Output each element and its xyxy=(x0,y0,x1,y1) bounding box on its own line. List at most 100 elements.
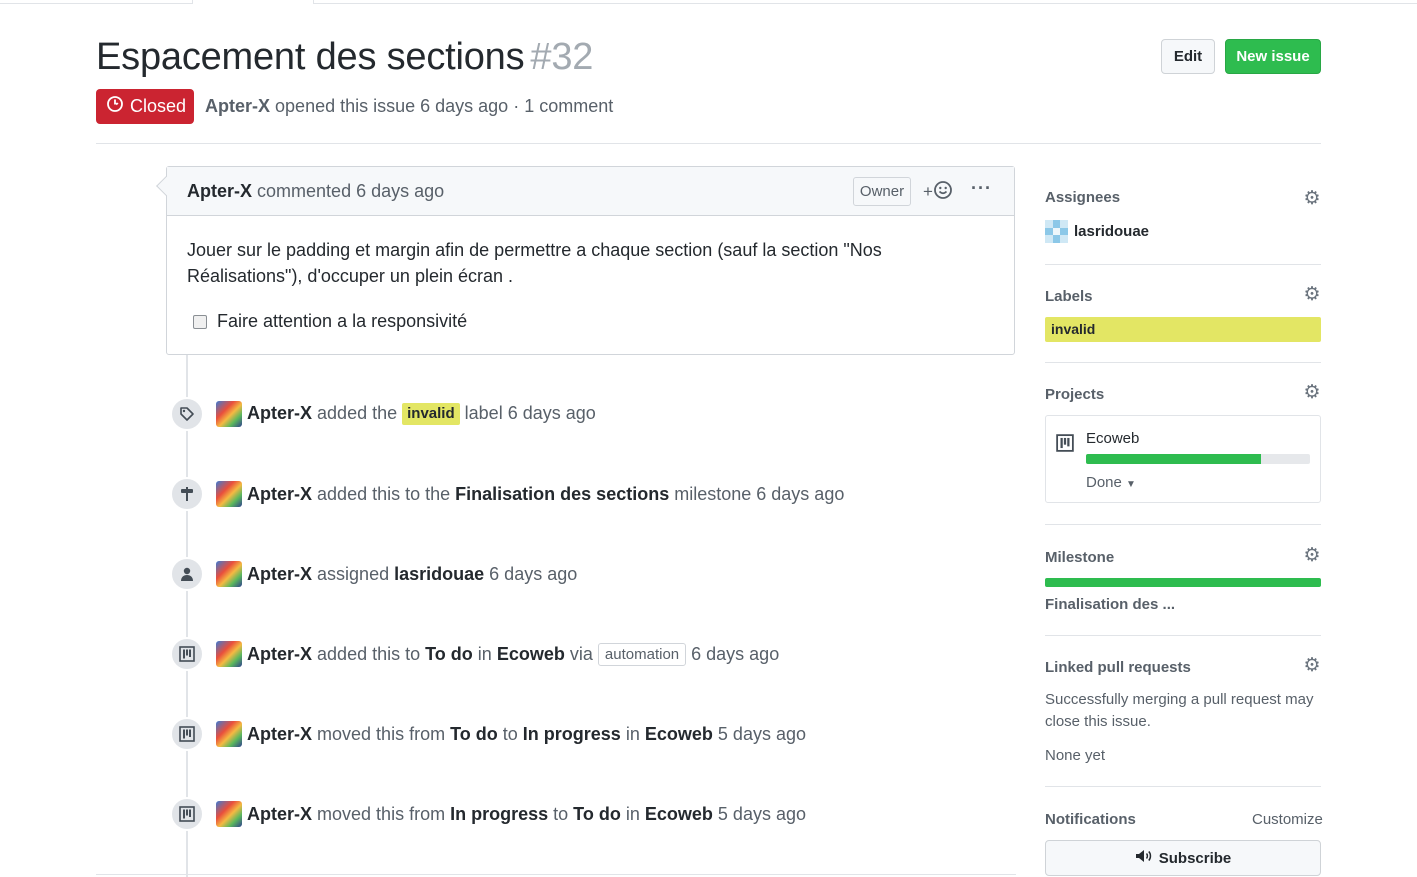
project-link[interactable]: Ecoweb xyxy=(645,724,713,744)
event-text-part: assigned xyxy=(317,563,390,584)
event-text: Apter-X moved this from To do to In prog… xyxy=(247,724,806,745)
milestone-name-link[interactable]: Finalisation des ... xyxy=(1045,596,1175,613)
event-text: Apter-X added the invalid label 6 days a… xyxy=(247,403,596,425)
actor-avatar[interactable] xyxy=(216,641,242,667)
task-label: Faire attention a la responsivité xyxy=(217,311,468,331)
actor-link[interactable]: Apter-X xyxy=(247,403,312,423)
sidebar-divider xyxy=(1045,362,1321,363)
comment-more-menu[interactable]: ··· xyxy=(971,178,993,202)
milestone-heading[interactable]: Milestone xyxy=(1045,549,1114,566)
event-text-part: moved this from xyxy=(317,723,446,744)
timeline-event-assigned: Apter-X assigned lasridouae 6 days ago xyxy=(170,557,577,591)
event-text-part: moved this from xyxy=(317,803,446,824)
labels-heading[interactable]: Labels xyxy=(1045,288,1093,305)
actor-avatar[interactable] xyxy=(216,401,242,427)
event-text-part: in xyxy=(477,643,492,664)
customize-link[interactable]: Customize xyxy=(1252,811,1323,828)
event-text-part: added the xyxy=(317,403,398,423)
event-text: Apter-X moved this from In progress to T… xyxy=(247,804,806,825)
event-text-part: to xyxy=(553,803,569,824)
projects-heading[interactable]: Projects xyxy=(1045,386,1104,403)
linked-prs-description: Successfully merging a pull request may … xyxy=(1045,691,1314,730)
notifications-heading: Notifications xyxy=(1045,811,1136,828)
subscribe-button[interactable]: Subscribe xyxy=(1045,840,1321,876)
sidebar-label-invalid[interactable]: invalid xyxy=(1045,317,1321,342)
assignee-item[interactable]: lasridouae xyxy=(1045,220,1149,243)
add-reaction-button[interactable]: + xyxy=(923,180,959,204)
issue-title: Espacement des sections #32 xyxy=(96,36,593,79)
actor-link[interactable]: Apter-X xyxy=(247,484,312,504)
label-invalid[interactable]: invalid xyxy=(402,403,460,425)
comment-caret xyxy=(156,176,176,196)
comment-body: Jouer sur le padding et margin afin de p… xyxy=(187,240,882,286)
issue-title-text: Espacement des sections xyxy=(96,36,525,78)
timeline-event-project-moved: Apter-X moved this from In progress to T… xyxy=(170,797,806,831)
issue-closed-icon xyxy=(106,95,124,118)
project-name-link[interactable]: Ecoweb xyxy=(1086,430,1139,447)
linked-prs-heading[interactable]: Linked pull requests xyxy=(1045,659,1191,676)
plus-icon: + xyxy=(923,182,933,201)
task-checkbox[interactable] xyxy=(193,314,207,329)
header-divider xyxy=(96,143,1321,144)
actor-avatar[interactable] xyxy=(216,561,242,587)
assignee-link[interactable]: lasridouae xyxy=(394,564,484,584)
sidebar-divider xyxy=(1045,264,1321,265)
issue-meta: Apter-X opened this issue 6 days ago · 1… xyxy=(205,96,613,117)
issue-meta-text: opened this issue 6 days ago · 1 comment xyxy=(275,96,614,116)
event-text-part: added this to xyxy=(317,643,421,664)
sidebar-divider xyxy=(1045,786,1321,787)
actor-avatar[interactable] xyxy=(216,721,242,747)
new-issue-button[interactable]: New issue xyxy=(1225,39,1321,74)
project-icon xyxy=(170,797,204,831)
column-link[interactable]: To do xyxy=(573,804,621,824)
project-link[interactable]: Ecoweb xyxy=(645,804,713,824)
event-text-part: 5 days ago xyxy=(717,803,806,824)
column-link[interactable]: In progress xyxy=(523,724,621,744)
gear-icon[interactable]: ⚙ xyxy=(1303,285,1321,304)
project-progress-bar xyxy=(1086,454,1310,464)
comment-author-link[interactable]: Apter-X xyxy=(187,181,252,201)
issue-author-link[interactable]: Apter-X xyxy=(205,96,270,116)
timeline-event-labeled: Apter-X added the invalid label 6 days a… xyxy=(170,397,596,431)
project-column-label: Done xyxy=(1086,474,1122,491)
event-text: Apter-X added this to the Finalisation d… xyxy=(247,484,844,505)
assignees-heading[interactable]: Assignees xyxy=(1045,189,1120,206)
event-text: Apter-X added this to To do in Ecoweb vi… xyxy=(247,642,779,666)
column-link[interactable]: In progress xyxy=(450,804,548,824)
timeline-event-milestoned: Apter-X added this to the Finalisation d… xyxy=(170,477,844,511)
actor-link[interactable]: Apter-X xyxy=(247,724,312,744)
actor-link[interactable]: Apter-X xyxy=(247,644,312,664)
event-text-part: added this to the xyxy=(317,483,451,504)
assignee-name: lasridouae xyxy=(1074,223,1150,240)
linked-prs-none: None yet xyxy=(1045,747,1106,764)
selected-repo-tab[interactable] xyxy=(192,0,314,4)
milestone-progress-bar xyxy=(1045,578,1321,587)
column-link[interactable]: To do xyxy=(425,644,473,664)
actor-link[interactable]: Apter-X xyxy=(247,564,312,584)
project-link[interactable]: Ecoweb xyxy=(497,644,565,664)
owner-badge: Owner xyxy=(853,177,911,206)
actor-avatar[interactable] xyxy=(216,481,242,507)
event-text: Apter-X assigned lasridouae 6 days ago xyxy=(247,564,577,585)
milestone-link[interactable]: Finalisation des sections xyxy=(455,484,669,504)
timeline-event-project-added: Apter-X added this to To do in Ecoweb vi… xyxy=(170,637,779,671)
automation-badge: automation xyxy=(597,642,687,666)
issue-number: #32 xyxy=(530,36,594,78)
edit-button[interactable]: Edit xyxy=(1161,39,1215,74)
issue-state-badge: Closed xyxy=(96,89,194,124)
event-text-part: to xyxy=(502,723,518,744)
comment-action[interactable]: commented 6 days ago xyxy=(257,181,444,201)
gear-icon[interactable]: ⚙ xyxy=(1303,656,1321,675)
column-link[interactable]: To do xyxy=(450,724,498,744)
subscribe-label: Subscribe xyxy=(1158,849,1232,867)
project-column-dropdown[interactable]: Done ▼ xyxy=(1086,474,1136,491)
actor-link[interactable]: Apter-X xyxy=(247,804,312,824)
issue-comment: Apter-X commented 6 days ago Owner + ···… xyxy=(156,166,1015,355)
timeline-bottom-border xyxy=(96,874,1016,875)
gear-icon[interactable]: ⚙ xyxy=(1303,383,1321,402)
gear-icon[interactable]: ⚙ xyxy=(1303,546,1321,565)
event-text-part: in xyxy=(625,803,640,824)
speaker-icon xyxy=(1135,849,1153,867)
actor-avatar[interactable] xyxy=(216,801,242,827)
gear-icon[interactable]: ⚙ xyxy=(1303,189,1321,208)
